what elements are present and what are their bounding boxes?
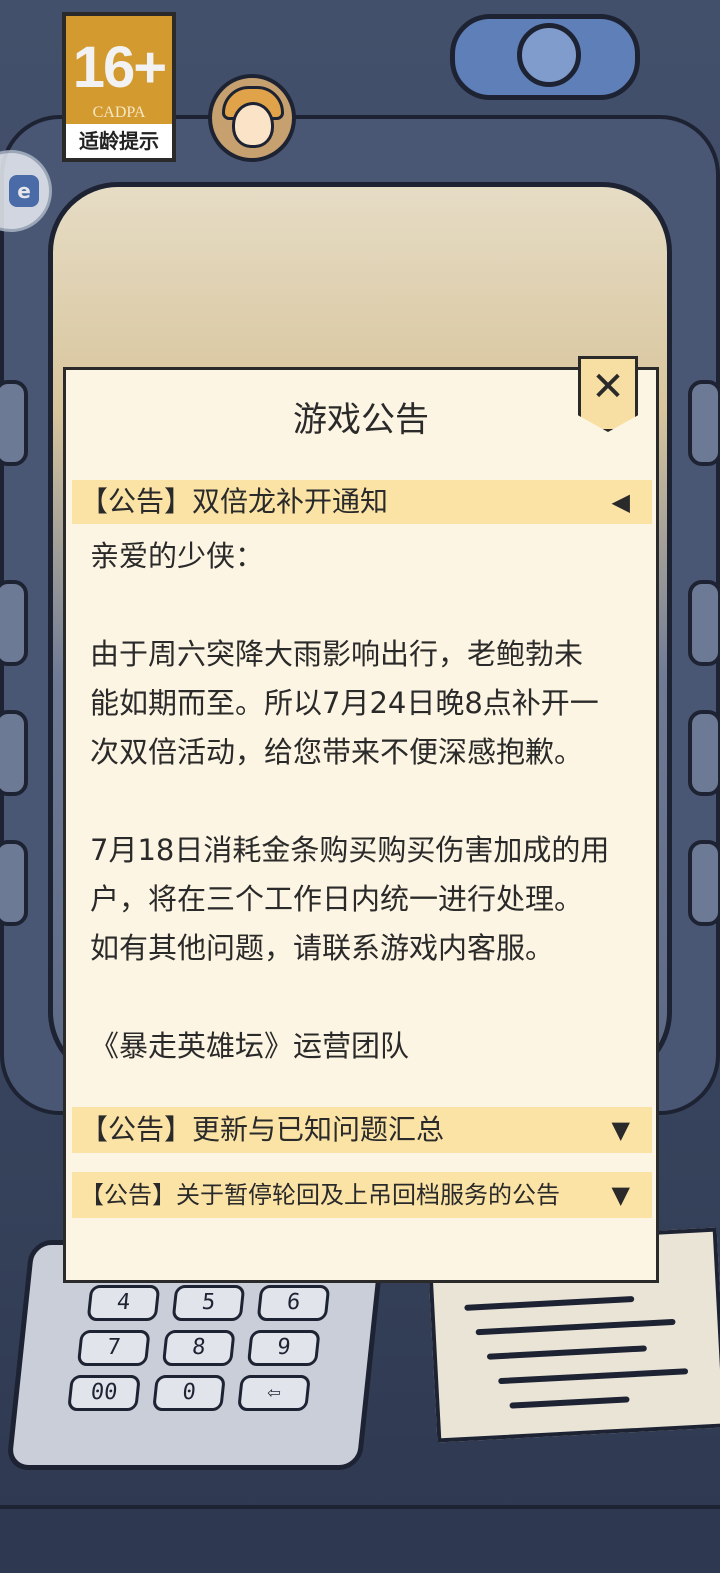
receipt-scribble bbox=[486, 1345, 647, 1360]
announcement-dialog: 游戏公告 ✕ 【公告】双倍龙补开通知 ◀ 亲爱的少侠： 由于周六突降大雨影响出行… bbox=[63, 356, 659, 1283]
body-line: 次双倍活动，给您带来不便深感抱歉。 bbox=[90, 735, 584, 769]
dialog-title: 游戏公告 bbox=[293, 400, 429, 440]
avatar-face bbox=[232, 102, 274, 148]
side-button-right-4 bbox=[688, 840, 720, 926]
side-button-left-2 bbox=[0, 580, 28, 666]
age-rating-number: 16+ bbox=[72, 35, 167, 100]
side-button-right-1 bbox=[688, 380, 720, 466]
collapse-arrow-icon: ◀ bbox=[611, 488, 630, 516]
receipt-scribble bbox=[475, 1318, 676, 1336]
keypad-key: 00 bbox=[67, 1375, 141, 1411]
side-button-left-1 bbox=[0, 380, 28, 466]
announcement-header-2[interactable]: 【公告】更新与已知问题汇总 ▼ bbox=[72, 1107, 652, 1153]
keypad-key: 0 bbox=[152, 1375, 226, 1411]
machine-base bbox=[0, 1505, 720, 1573]
age-hint-label: 适龄提示 bbox=[66, 124, 172, 158]
assistant-icon: e bbox=[9, 175, 39, 207]
receipt-scribble bbox=[464, 1295, 635, 1311]
receipt-scribble bbox=[509, 1396, 630, 1409]
announcement-header-label: 【公告】更新与已知问题汇总 bbox=[80, 1113, 445, 1146]
keypad-key: 5 bbox=[171, 1285, 246, 1321]
expand-arrow-icon: ▼ bbox=[611, 1116, 630, 1144]
machine-camera bbox=[450, 14, 640, 100]
camera-lens-icon bbox=[517, 23, 581, 87]
keypad-key: 8 bbox=[161, 1330, 236, 1366]
expand-arrow-icon: ▼ bbox=[611, 1181, 630, 1209]
keypad-key: 9 bbox=[246, 1330, 321, 1366]
body-line: 由于周六突降大雨影响出行，老鲍勃未 bbox=[90, 637, 584, 671]
body-line: 如有其他问题，请联系游戏内客服。 bbox=[90, 931, 555, 965]
greeting: 亲爱的少侠： bbox=[90, 539, 265, 573]
side-button-right-3 bbox=[688, 710, 720, 796]
age-rating-badge[interactable]: 16+ CADPA 适龄提示 bbox=[62, 12, 176, 162]
keypad-key: 6 bbox=[256, 1285, 331, 1321]
receipt-scribble bbox=[498, 1368, 689, 1385]
side-button-left-3 bbox=[0, 710, 28, 796]
side-button-right-2 bbox=[688, 580, 720, 666]
announcement-header-1[interactable]: 【公告】双倍龙补开通知 ◀ bbox=[72, 480, 652, 524]
body-line: 能如期而至。所以7月24日晚8点补开一 bbox=[90, 686, 599, 720]
announcement-header-label: 【公告】关于暂停轮回及上吊回档服务的公告 bbox=[80, 1181, 560, 1209]
age-rating-org: CADPA bbox=[92, 104, 146, 121]
body-line: 户，将在三个工作日内统一进行处理。 bbox=[90, 882, 584, 916]
body-line: 7月18日消耗金条购买购买伤害加成的用 bbox=[90, 833, 610, 867]
close-icon: ✕ bbox=[591, 364, 625, 410]
player-avatar[interactable] bbox=[208, 74, 296, 162]
keypad-key: ⇦ bbox=[237, 1375, 311, 1411]
announcement-header-3[interactable]: 【公告】关于暂停轮回及上吊回档服务的公告 ▼ bbox=[72, 1172, 652, 1218]
keypad-key: 7 bbox=[76, 1330, 151, 1366]
keypad-key: 4 bbox=[86, 1285, 161, 1321]
signature: 《暴走英雄坛》运营团队 bbox=[90, 1029, 410, 1063]
side-button-left-4 bbox=[0, 840, 28, 926]
announcement-header-label: 【公告】双倍龙补开通知 bbox=[80, 485, 389, 518]
announcement-body: 亲爱的少侠： 由于周六突降大雨影响出行，老鲍勃未 能如期而至。所以7月24日晚8… bbox=[90, 532, 630, 1071]
